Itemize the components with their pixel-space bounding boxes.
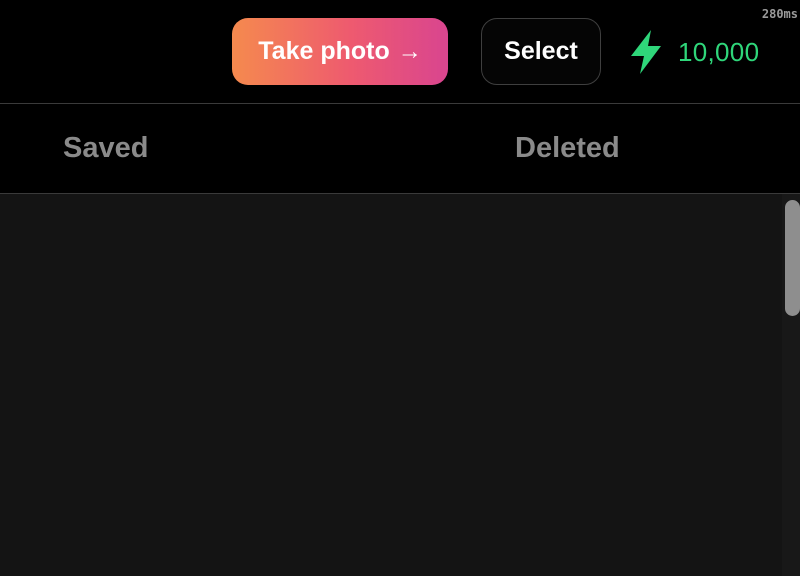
tab-bar: Saved Deleted xyxy=(0,104,800,194)
credits-balance: 10,000 xyxy=(626,26,759,78)
take-photo-button[interactable]: Take photo → xyxy=(232,18,448,85)
scrollbar-track[interactable] xyxy=(782,194,800,576)
content-area xyxy=(0,194,800,576)
lightning-bolt-icon xyxy=(626,28,666,76)
select-button-label: Select xyxy=(504,37,578,65)
take-photo-label: Take photo xyxy=(258,37,390,65)
select-button[interactable]: Select xyxy=(481,18,601,85)
scrollbar-thumb[interactable] xyxy=(785,200,800,316)
top-bar: Take photo → Select 10,000 xyxy=(0,0,800,104)
tab-deleted[interactable]: Deleted xyxy=(515,104,620,193)
tab-saved[interactable]: Saved xyxy=(63,104,148,193)
credits-count: 10,000 xyxy=(678,36,760,67)
arrow-right-icon: → xyxy=(397,37,422,65)
app-window: 280ms Take photo → Select 10,000 Saved D… xyxy=(0,0,800,576)
